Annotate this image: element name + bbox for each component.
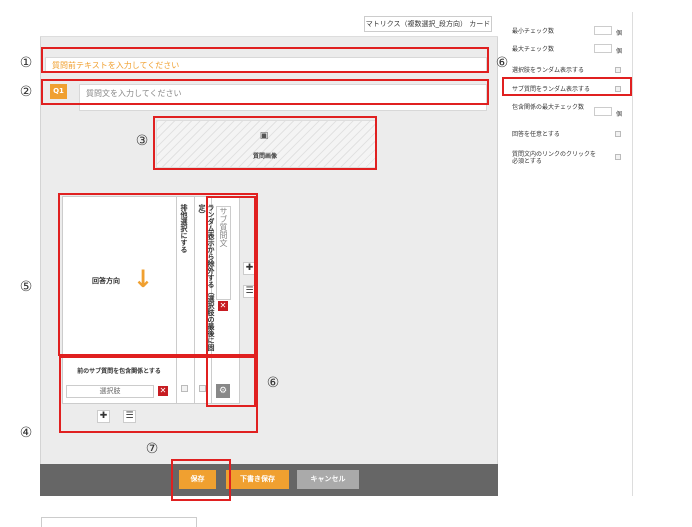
inclusion-max-label: 包含関係の最大チェック数 (512, 104, 585, 111)
annotation-box-6-settings (502, 77, 632, 96)
annotation-number-4: ④ (19, 425, 33, 441)
min-check-input[interactable] (594, 26, 612, 35)
annotation-box-7 (171, 459, 231, 501)
inclusion-max-input[interactable] (594, 107, 612, 116)
annotation-number-3: ③ (135, 133, 149, 149)
annotation-number-1: ① (19, 55, 33, 71)
annotation-box-2 (41, 79, 489, 105)
settings-panel-border (632, 12, 633, 496)
inclusion-max-unit: 個 (616, 111, 623, 118)
annotation-box-3 (153, 116, 377, 170)
annotation-box-6-matrix (206, 196, 256, 407)
cancel-button[interactable]: キャンセル (297, 470, 359, 489)
annotation-number-7: ⑦ (145, 441, 159, 457)
require-link-label: 質問文内のリンクのクリックを必須とする (512, 151, 597, 165)
card-type-select[interactable]: マトリクス（複数選択_段方向） カード (364, 16, 492, 32)
optional-answer-checkbox[interactable] (615, 131, 621, 137)
annotation-number-6-matrix: ⑥ (266, 375, 280, 391)
random-choices-checkbox[interactable] (615, 67, 621, 73)
annotation-number-5: ⑤ (19, 279, 33, 295)
min-check-unit: 個 (616, 30, 623, 37)
max-check-input[interactable] (594, 44, 612, 53)
annotation-number-6-settings: ⑥ (495, 55, 509, 71)
annotation-box-1 (41, 47, 489, 73)
annotation-number-2: ② (19, 84, 33, 100)
save-draft-button[interactable]: 下書き保存 (226, 470, 289, 489)
require-link-checkbox[interactable] (615, 154, 621, 160)
max-check-unit: 個 (616, 48, 623, 55)
optional-answer-label: 回答を任意とする (512, 131, 560, 138)
random-choices-label: 選択肢をランダム表示する (512, 67, 585, 74)
